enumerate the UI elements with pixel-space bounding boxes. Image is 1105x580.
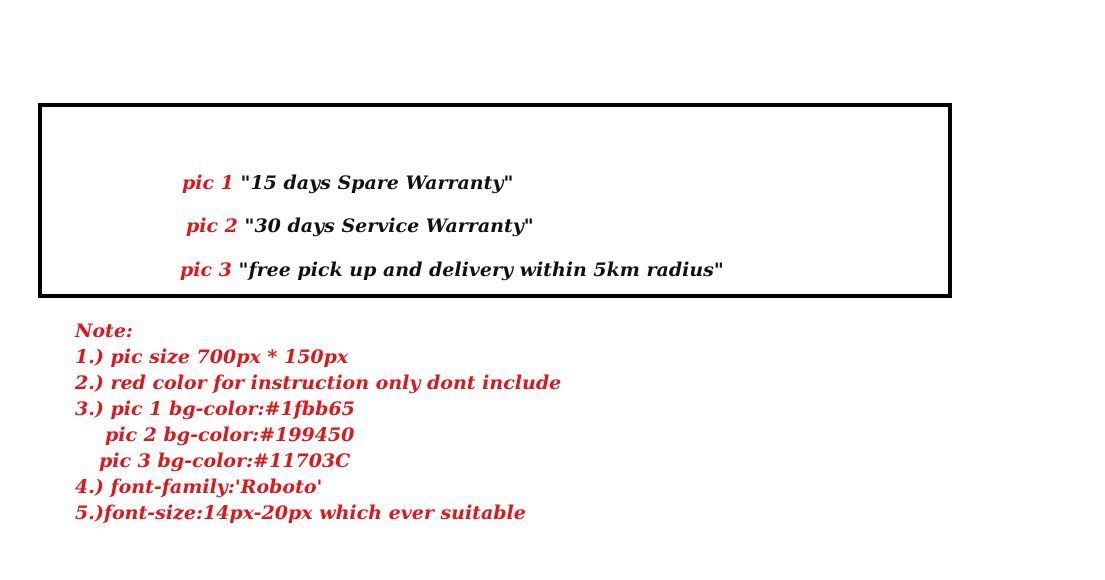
warranty-line-2: pic 2 "30 days Service Warranty" [186, 214, 534, 238]
warranty-text-2: "30 days Service Warranty" [244, 215, 534, 237]
note-item-2: 2.) red color for instruction only dont … [75, 372, 562, 394]
pickup-text-3: "free pick up and delivery within 5km ra… [238, 259, 724, 281]
warranty-text-1: "15 days Spare Warranty" [240, 172, 514, 194]
note-item-3-pic2: pic 2 bg-color:#199450 [105, 424, 355, 446]
notes-title: Note: [75, 320, 133, 342]
warranty-line-1: pic 1 "15 days Spare Warranty" [182, 171, 513, 195]
pickup-line-3: pic 3 "free pick up and delivery within … [180, 258, 724, 282]
pic-label-1: pic 1 [182, 172, 234, 194]
note-item-3-pic3: pic 3 bg-color:#11703C [99, 450, 351, 472]
note-item-5: 5.)font-size:14px-20px which ever suitab… [75, 502, 526, 524]
pic-label-2: pic 2 [186, 215, 238, 237]
note-item-1: 1.) pic size 700px * 150px [75, 346, 349, 368]
content-box: pic 1 "15 days Spare Warranty" pic 2 "30… [38, 103, 952, 298]
note-item-3: 3.) pic 1 bg-color:#1fbb65 [75, 398, 355, 420]
instruction-notes: Note: 1.) pic size 700px * 150px 2.) red… [75, 318, 561, 526]
pic-label-3: pic 3 [180, 259, 232, 281]
note-item-4: 4.) font-family:'Roboto' [75, 476, 323, 498]
